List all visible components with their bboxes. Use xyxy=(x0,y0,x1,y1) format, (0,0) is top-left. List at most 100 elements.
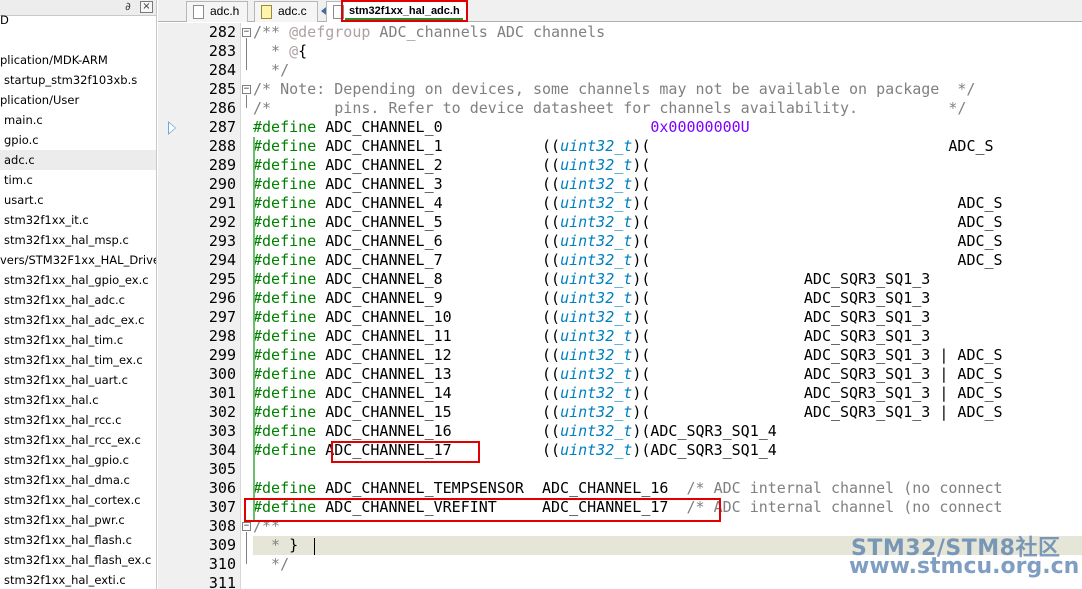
code-line[interactable]: * @{ xyxy=(253,42,1082,61)
code-line[interactable]: #define ADC_CHANNEL_7 ((uint32_t)( ADC_S xyxy=(253,251,1082,270)
tree-file[interactable]: stm32f1xx_hal_gpio_ex.c xyxy=(0,270,156,290)
code-token: )( xyxy=(632,175,651,193)
code-token: uint32_t xyxy=(560,232,633,250)
tree-file[interactable]: stm32f1xx_it.c xyxy=(0,210,156,230)
code-token: )( ADC_SQR3_SQ1_3 xyxy=(632,327,931,345)
code-line[interactable]: #define ADC_CHANNEL_10 ((uint32_t)( ADC_… xyxy=(253,308,1082,327)
code-token: #define xyxy=(253,175,317,193)
tree-file[interactable]: adc.c xyxy=(0,150,156,170)
code-token: )( ADC_SQR3_SQ1_3 | ADC_S xyxy=(632,403,1003,421)
code-line[interactable]: #define ADC_CHANNEL_14 ((uint32_t)( ADC_… xyxy=(253,384,1082,403)
tree-file[interactable]: stm32f1xx_hal_cortex.c xyxy=(0,490,156,510)
code-token: ADC_channels ADC channels xyxy=(370,23,606,41)
code-line[interactable]: #define ADC_CHANNEL_16 ((uint32_t)(ADC_S… xyxy=(253,422,1082,441)
code-token: ADC_CHANNEL_3 (( xyxy=(316,175,561,193)
line-number: 301 xyxy=(208,384,236,402)
tree-file[interactable]: stm32f1xx_hal.c xyxy=(0,390,156,410)
tree-file[interactable]: stm32f1xx_hal_pwr.c xyxy=(0,510,156,530)
tab-adc-c[interactable]: adc.c xyxy=(254,1,318,22)
tree-group[interactable]: vers/STM32F1xx_HAL_Driver xyxy=(0,250,156,270)
tree-file[interactable]: stm32f1xx_hal_rcc.c xyxy=(0,410,156,430)
tree-file[interactable]: tim.c xyxy=(0,170,156,190)
code-line[interactable]: /* Note: Depending on devices, some chan… xyxy=(253,80,1082,99)
line-number: 307 xyxy=(208,498,236,516)
code-token: )( ADC_SQR3_SQ1_3 xyxy=(632,308,931,326)
code-token: #define xyxy=(253,289,317,307)
line-number: 300 xyxy=(208,365,236,383)
fold-toggle-icon[interactable]: − xyxy=(242,522,251,531)
code-token: } xyxy=(289,536,299,554)
fold-toggle-icon[interactable]: − xyxy=(242,85,251,94)
tree-file[interactable]: main.c xyxy=(0,110,156,130)
code-token: ADC_CHANNEL_16 (( xyxy=(316,422,561,440)
tree-file[interactable]: stm32f1xx_hal_tim_ex.c xyxy=(0,350,156,370)
tree-group[interactable]: plication/User xyxy=(0,90,156,110)
tree-group[interactable]: plication/MDK-ARM xyxy=(0,50,156,70)
code-token: */ xyxy=(253,61,290,79)
code-token: * xyxy=(253,42,290,60)
code-line[interactable]: #define ADC_CHANNEL_TEMPSENSOR ADC_CHANN… xyxy=(253,479,1082,498)
code-line[interactable]: /* pins. Refer to device datasheet for c… xyxy=(253,99,1082,118)
code-line[interactable]: */ xyxy=(253,61,1082,80)
code-token: #define xyxy=(253,403,317,421)
code-token: ADC_CHANNEL_12 (( xyxy=(316,346,561,364)
code-token: uint32_t xyxy=(560,175,633,193)
code-token: 0x00000000U xyxy=(650,118,750,136)
code-line[interactable]: /** @defgroup ADC_channels ADC channels xyxy=(253,23,1082,42)
code-token: #define xyxy=(253,308,317,326)
line-number: 283 xyxy=(208,42,236,60)
code-line[interactable]: #define ADC_CHANNEL_0 0x00000000U xyxy=(253,118,1082,137)
code-token: #define xyxy=(253,365,317,383)
code-token: #define xyxy=(253,422,317,440)
code-token: uint32_t xyxy=(560,327,633,345)
line-number: 289 xyxy=(208,156,236,174)
line-number: 296 xyxy=(208,289,236,307)
code-line[interactable]: #define ADC_CHANNEL_8 ((uint32_t)( ADC_S… xyxy=(253,270,1082,289)
line-number: 293 xyxy=(208,232,236,250)
line-number: 302 xyxy=(208,403,236,421)
tree-file[interactable]: stm32f1xx_hal_uart.c xyxy=(0,370,156,390)
tree-file[interactable]: stm32f1xx_hal_gpio.c xyxy=(0,450,156,470)
text-caret xyxy=(314,538,315,555)
code-line[interactable]: #define ADC_CHANNEL_1 ((uint32_t)( ADC_S xyxy=(253,137,1082,156)
code-token: ADC_CHANNEL_2 (( xyxy=(316,156,561,174)
tree-file[interactable]: usart.c xyxy=(0,190,156,210)
code-token: uint32_t xyxy=(560,308,633,326)
code-line[interactable]: #define ADC_CHANNEL_15 ((uint32_t)( ADC_… xyxy=(253,403,1082,422)
tree-file[interactable]: stm32f1xx_hal_adc.c xyxy=(0,290,156,310)
tree-file[interactable]: stm32f1xx_hal_dma.c xyxy=(0,470,156,490)
highlight-box-adc-channel-17 xyxy=(331,441,480,463)
code-line[interactable]: #define ADC_CHANNEL_3 ((uint32_t)( xyxy=(253,175,1082,194)
tree-file[interactable]: stm32f1xx_hal_flash.c xyxy=(0,530,156,550)
tree-file[interactable]: stm32f1xx_hal_flash_ex.c xyxy=(0,550,156,570)
code-line[interactable]: #define ADC_CHANNEL_12 ((uint32_t)( ADC_… xyxy=(253,346,1082,365)
code-token: )( ADC_SQR3_SQ1_3 | ADC_S xyxy=(632,365,1003,383)
tree-group[interactable] xyxy=(0,30,156,50)
tree-file[interactable]: stm32f1xx_hal_exti.c xyxy=(0,570,156,589)
tree-file[interactable]: stm32f1xx_hal_tim.c xyxy=(0,330,156,350)
tree-file[interactable]: startup_stm32f103xb.s xyxy=(0,70,156,90)
tree-file[interactable]: gpio.c xyxy=(0,130,156,150)
line-number: 292 xyxy=(208,213,236,231)
code-line[interactable]: #define ADC_CHANNEL_11 ((uint32_t)( ADC_… xyxy=(253,327,1082,346)
tab-adc-h[interactable]: adc.h xyxy=(186,1,248,22)
line-number: 308 xyxy=(208,517,236,535)
code-line[interactable]: #define ADC_CHANNEL_6 ((uint32_t)( ADC_S xyxy=(253,232,1082,251)
code-line[interactable]: #define ADC_CHANNEL_5 ((uint32_t)( ADC_S xyxy=(253,213,1082,232)
code-line[interactable]: #define ADC_CHANNEL_9 ((uint32_t)( ADC_S… xyxy=(253,289,1082,308)
tree-file[interactable]: stm32f1xx_hal_rcc_ex.c xyxy=(0,430,156,450)
tree-group[interactable]: D xyxy=(0,10,156,30)
code-token: ADC_CHANNEL_1 (( xyxy=(316,137,561,155)
code-line[interactable]: #define ADC_CHANNEL_4 ((uint32_t)( ADC_S xyxy=(253,194,1082,213)
code-token: )( xyxy=(632,156,651,174)
code-line[interactable]: #define ADC_CHANNEL_2 ((uint32_t)( xyxy=(253,156,1082,175)
code-line[interactable]: #define ADC_CHANNEL_13 ((uint32_t)( ADC_… xyxy=(253,365,1082,384)
code-token: #define xyxy=(253,384,317,402)
tree-file[interactable]: stm32f1xx_hal_adc_ex.c xyxy=(0,310,156,330)
code-token: )( ADC_SQR3_SQ1_3 xyxy=(632,270,931,288)
fold-toggle-icon[interactable]: − xyxy=(242,28,251,37)
line-number: 309 xyxy=(208,536,236,554)
tree-file[interactable]: stm32f1xx_hal_msp.c xyxy=(0,230,156,250)
code-token: /* Note: Depending on devices, some chan… xyxy=(253,80,976,98)
code-token: #define xyxy=(253,232,317,250)
